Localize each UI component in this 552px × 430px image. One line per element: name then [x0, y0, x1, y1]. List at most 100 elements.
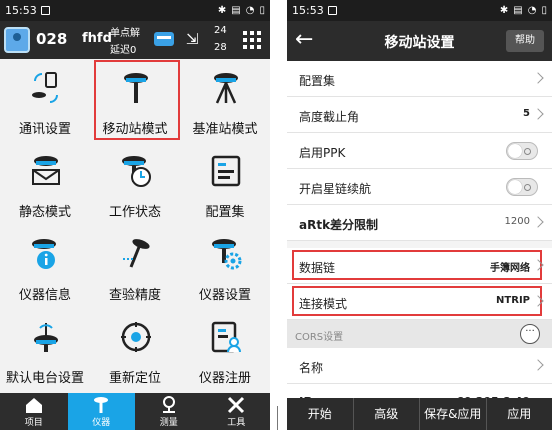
setting-elevation-mask[interactable]: 高度截止角 5 — [287, 97, 552, 133]
setting-enable-ppk: 启用PPK — [287, 133, 552, 169]
config-set-icon — [211, 155, 241, 187]
action-bar: 开始 高级 保存&应用 应用 — [287, 398, 552, 430]
notification-icon — [327, 6, 337, 15]
more-options-icon[interactable]: ··· — [520, 324, 540, 344]
apps-grid-icon[interactable] — [243, 31, 261, 49]
solution-status: 单点解 — [110, 28, 140, 39]
wifi-icon: ◔ — [527, 5, 537, 16]
work-status-icon — [122, 156, 151, 187]
registration-icon — [211, 321, 241, 353]
tile-label: 工作状态 — [108, 205, 161, 220]
setting-data-link[interactable]: 数据链 手簿网络 — [287, 248, 552, 284]
apply-button[interactable]: 应用 — [487, 398, 552, 430]
battery-icon: ▯ — [259, 5, 265, 16]
nav-label: 工具 — [227, 418, 246, 428]
tile-default-radio-settings[interactable]: 默认电台设置 — [0, 308, 90, 391]
help-button[interactable]: 帮助 — [506, 30, 544, 52]
tile-rover-mode[interactable]: 移动站模式 — [90, 59, 180, 142]
section-title: CORS设置 — [295, 332, 344, 343]
nav-tools[interactable]: 工具 — [203, 393, 271, 430]
status-time: 15:53 — [5, 4, 37, 17]
setting-label: 连接模式 — [299, 297, 348, 311]
instrument-header: 028 fhfd 单点解 延迟0 ⇲ 24 28 — [0, 21, 270, 59]
tile-work-status[interactable]: 工作状态 — [90, 142, 180, 225]
nav-label: 项目 — [24, 418, 43, 428]
tile-label: 移动站模式 — [102, 122, 168, 137]
satellite-count-total: 28 — [214, 42, 227, 53]
wifi-icon: ◔ — [245, 5, 255, 16]
nav-label: 测量 — [159, 418, 178, 428]
right-phone-screen: 15:53 ✱ ▤ ◔ ▯ ← 移动站设置 帮助 配置集 高度截止角 5 启用P… — [287, 0, 552, 430]
setting-label: 名称 — [299, 361, 324, 375]
tile-label: 仪器设置 — [198, 288, 251, 303]
signal-icon: ▤ — [513, 5, 523, 16]
delay-status: 延迟0 — [110, 45, 137, 56]
setting-value: 5 — [523, 108, 530, 119]
static-mode-icon — [32, 156, 60, 185]
communication-icon — [32, 72, 58, 103]
tile-relocate[interactable]: 重新定位 — [90, 308, 180, 391]
tile-label: 静态模式 — [18, 205, 71, 220]
tile-instrument-settings[interactable]: 仪器设置 — [180, 225, 270, 308]
setting-label: aRtk差分限制 — [299, 218, 379, 232]
start-button[interactable]: 开始 — [287, 398, 354, 430]
status-bar: 15:53 ✱ ▤ ◔ ▯ — [287, 0, 552, 21]
chevron-right-icon — [532, 108, 544, 120]
tile-check-accuracy[interactable]: 查验精度 — [90, 225, 180, 308]
left-phone-screen: 15:53 ✱ ▤ ◔ ▯ 028 fhfd 单点解 延迟0 ⇲ 24 28 通… — [0, 0, 270, 430]
instrument-menu-grid: 通讯设置 移动站模式 基准站模式 静态模式 工作状态 配置集 仪器信息 查验精度… — [0, 59, 270, 393]
nav-survey[interactable]: 测量 — [135, 393, 203, 430]
status-bar: 15:53 ✱ ▤ ◔ ▯ — [0, 0, 270, 21]
device-number: 028 — [36, 30, 68, 48]
separator-line — [277, 406, 278, 430]
instrument-info-icon — [32, 239, 56, 269]
setting-label: 启用PPK — [299, 146, 346, 160]
bluetooth-icon: ✱ — [217, 5, 227, 16]
nav-project[interactable]: 项目 — [0, 393, 68, 430]
instrument-avatar-icon[interactable] — [4, 27, 30, 53]
bluetooth-icon: ✱ — [499, 5, 509, 16]
tile-label: 重新定位 — [108, 371, 161, 386]
tile-config-set[interactable]: 配置集 — [180, 142, 270, 225]
datalink-icon — [154, 32, 174, 46]
home-icon — [25, 398, 42, 413]
tools-icon — [228, 396, 245, 414]
settings-list: 配置集 高度截止角 5 启用PPK 开启星链续航 aRtk差分限制 1200 数… — [287, 61, 552, 420]
setting-starlink-endurance: 开启星链续航 — [287, 169, 552, 205]
tile-label: 配置集 — [205, 205, 245, 220]
setting-value: NTRIP — [496, 295, 530, 306]
tile-label: 基准站模式 — [192, 122, 258, 137]
cors-settings-section: CORS设置 ··· — [287, 320, 552, 348]
tile-label: 仪器信息 — [18, 288, 71, 303]
tile-instrument-info[interactable]: 仪器信息 — [0, 225, 90, 308]
battery-icon: ▯ — [541, 5, 547, 16]
save-apply-button[interactable]: 保存&应用 — [420, 398, 487, 430]
chevron-right-icon — [532, 359, 544, 371]
location-pin-icon — [162, 396, 175, 413]
setting-artk-diff-limit[interactable]: aRtk差分限制 1200 — [287, 205, 552, 241]
rover-settings-header: ← 移动站设置 帮助 — [287, 21, 552, 61]
notification-icon — [40, 6, 50, 15]
nav-instrument[interactable]: 仪器 — [67, 393, 135, 430]
advanced-button[interactable]: 高级 — [354, 398, 420, 430]
tile-label: 默认电台设置 — [5, 371, 84, 386]
rover-receiver-icon — [124, 73, 148, 103]
instrument-settings-icon — [212, 239, 242, 270]
tile-static-mode[interactable]: 静态模式 — [0, 142, 90, 225]
tile-instrument-registration[interactable]: 仪器注册 — [180, 308, 270, 391]
satellite-icon: ⇲ — [186, 30, 199, 48]
setting-config-set[interactable]: 配置集 — [287, 61, 552, 97]
radio-settings-icon — [34, 323, 58, 352]
setting-value: 手簿网络 — [490, 263, 530, 274]
setting-label: 开启星链续航 — [299, 182, 372, 196]
chevron-right-icon — [532, 72, 544, 84]
tile-base-mode[interactable]: 基准站模式 — [180, 59, 270, 142]
nav-label: 仪器 — [92, 418, 111, 428]
setting-cors-name[interactable]: 名称 — [287, 348, 552, 384]
setting-connection-mode[interactable]: 连接模式 NTRIP — [287, 284, 552, 320]
bottom-navigation: 项目 仪器 测量 工具 — [0, 393, 270, 430]
ppk-toggle[interactable] — [506, 142, 538, 160]
tile-communication-settings[interactable]: 通讯设置 — [0, 59, 90, 142]
starlink-toggle[interactable] — [506, 178, 538, 196]
tile-label: 仪器注册 — [198, 371, 251, 386]
